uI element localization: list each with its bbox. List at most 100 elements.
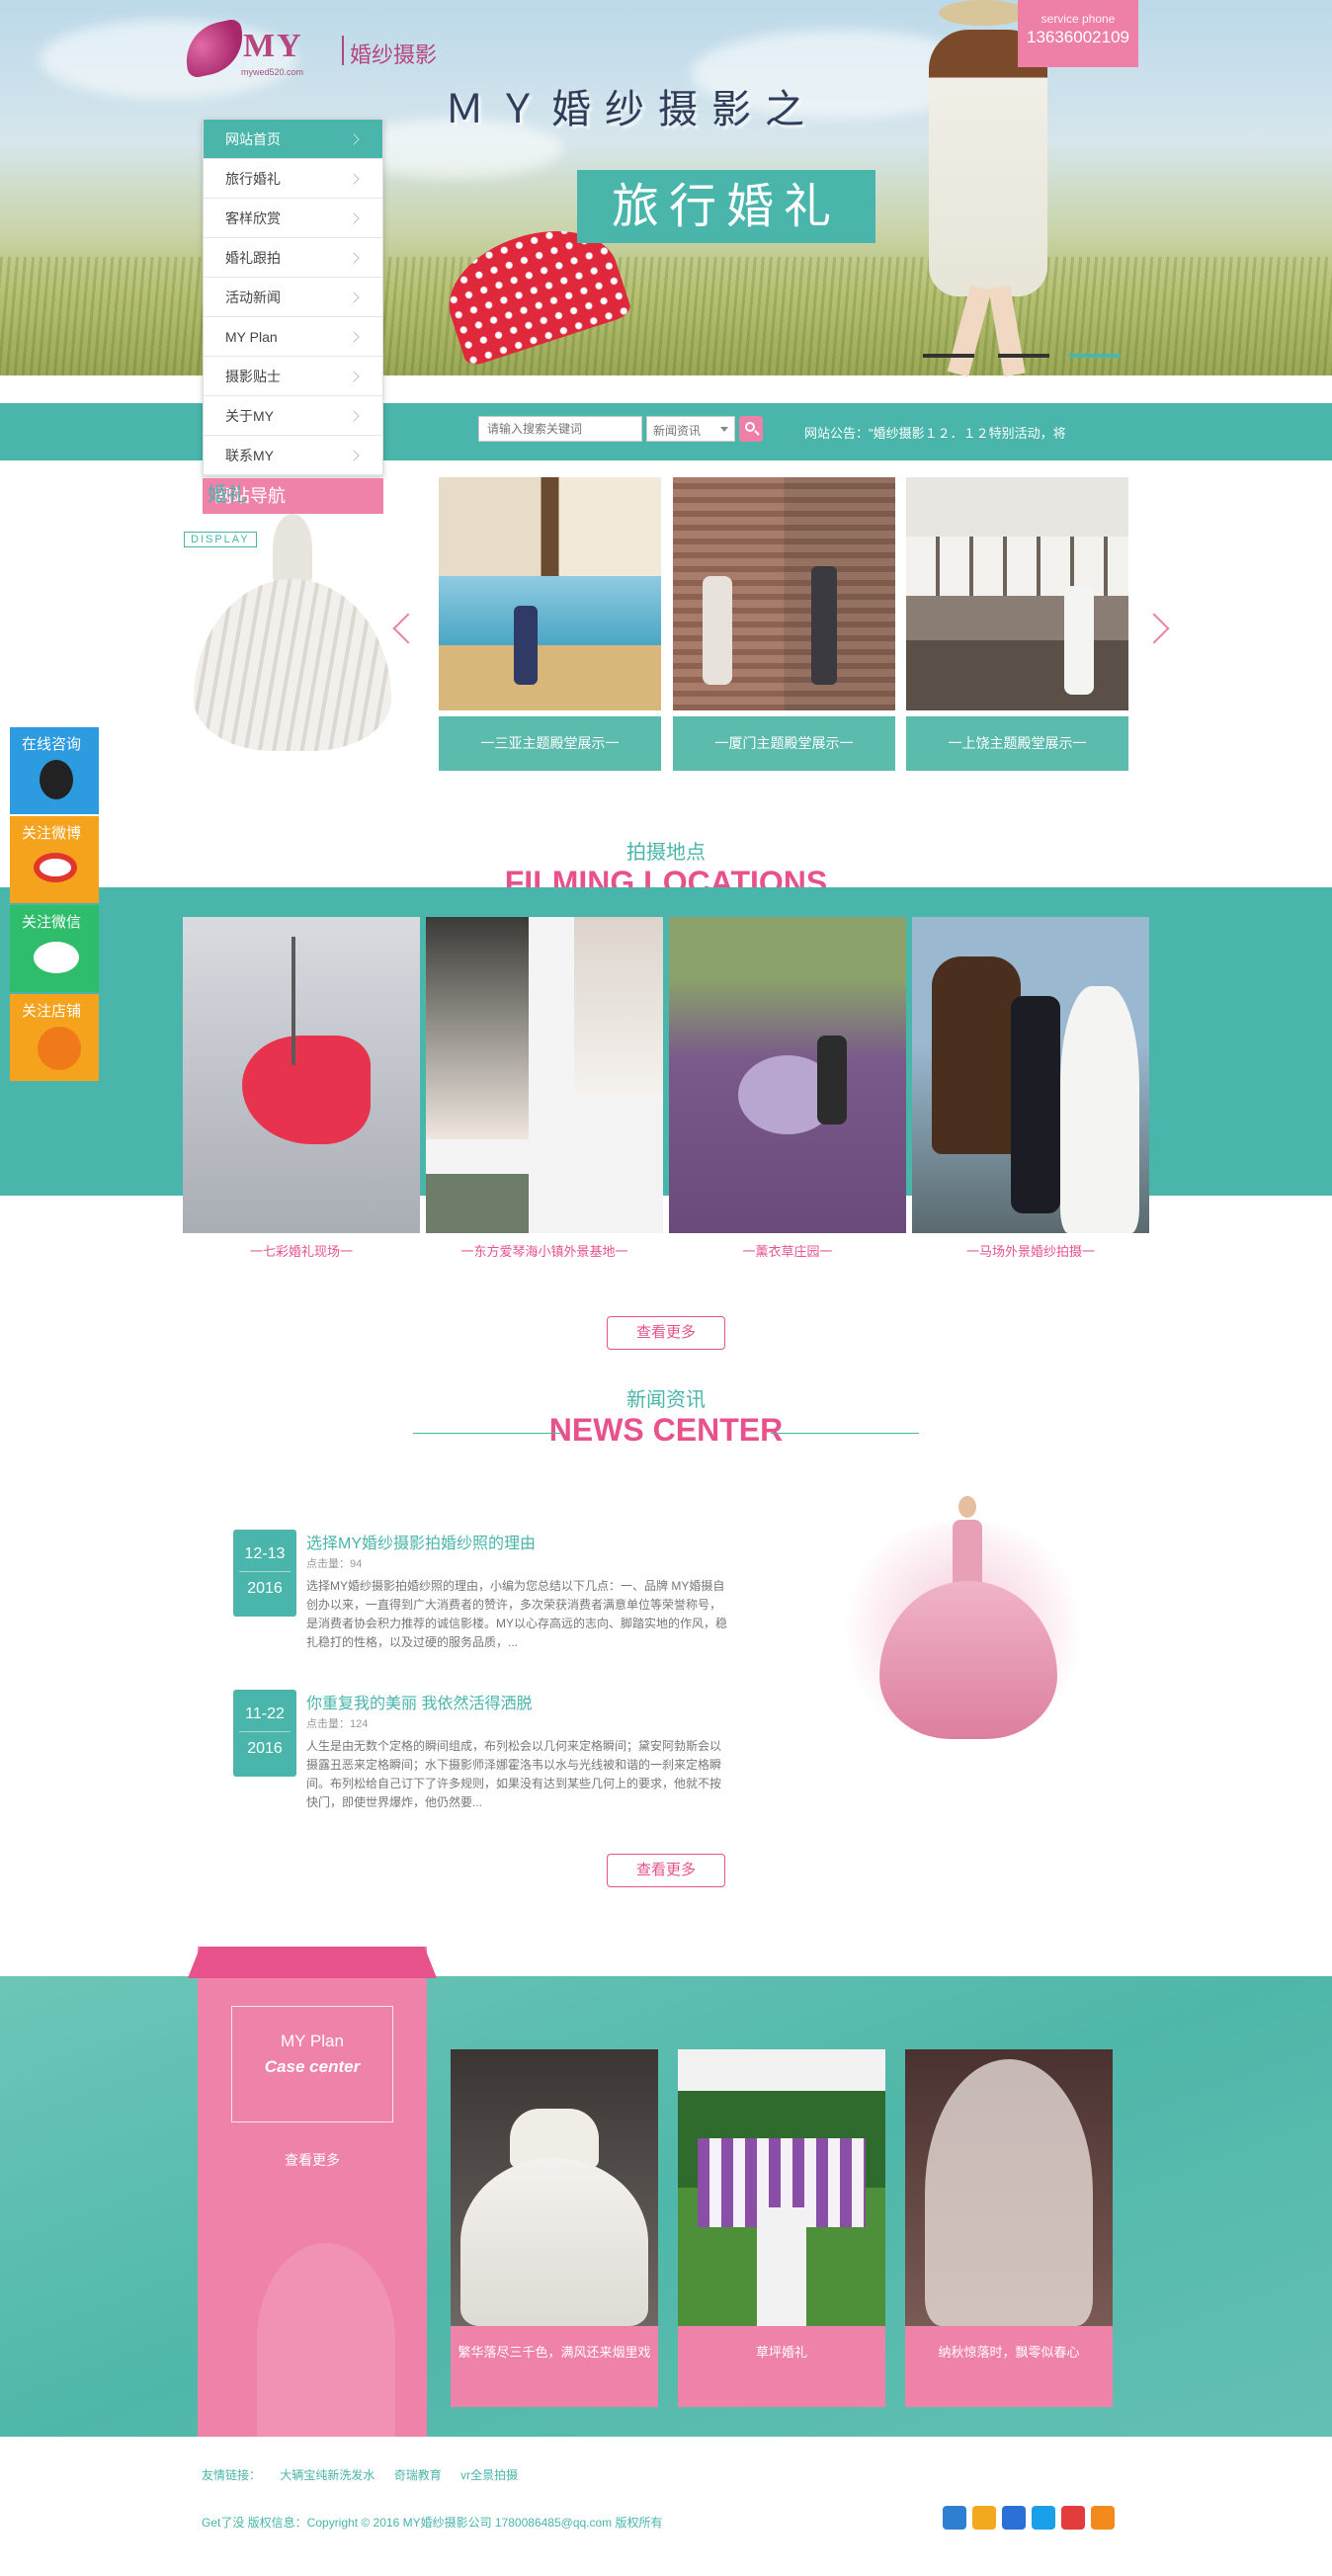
plan-card[interactable]: 纳秋惊落时，飘零似春心: [905, 2049, 1113, 2407]
nav-item-label: 联系MY: [225, 447, 274, 463]
divider: [413, 1433, 561, 1434]
prev-arrow-icon[interactable]: [392, 613, 424, 644]
plan-subtitle: Case center: [264, 2057, 361, 2076]
divider: [771, 1433, 919, 1434]
side-label: 关注微信: [22, 914, 82, 931]
slide-dot-3[interactable]: [1069, 354, 1121, 358]
nav-item-label: MY Plan: [225, 328, 278, 345]
side-consult[interactable]: 在线咨询: [10, 727, 99, 814]
friend-link[interactable]: 大辆宝纯新洗发水: [280, 2468, 375, 2482]
side-weibo[interactable]: 关注微博: [10, 816, 99, 903]
news-item[interactable]: 11-22 2016 你重复我的美丽 我依然活得洒脱 点击量：124 人生是由无…: [233, 1690, 737, 1828]
nav-item-label: 旅行婚礼: [225, 170, 281, 187]
friend-links: 友情链接： 大辆宝纯新洗发水 奇瑞教育 vr全景拍摄: [202, 2466, 534, 2483]
filming-more-button[interactable]: 查看更多: [607, 1316, 725, 1350]
filming-caption[interactable]: 一东方爱琴海小镇外景基地一: [426, 1241, 663, 1260]
news-clicks: 点击量：94: [306, 1558, 363, 1570]
qq-icon: [40, 760, 73, 799]
renren-icon[interactable]: [1002, 2506, 1026, 2530]
phone-label: service phone: [1041, 12, 1116, 26]
slide-dot-2[interactable]: [998, 354, 1049, 358]
logo-mark: [179, 18, 250, 79]
nav-item-gallery[interactable]: 客样欣赏: [204, 199, 382, 238]
plan-title: MY Plan: [281, 2032, 344, 2050]
site-notice[interactable]: 网站公告："婚纱摄影１２．１２特别活动，将: [804, 423, 1066, 442]
nav-item-home[interactable]: 网站首页: [204, 120, 382, 159]
news-date: 11-22 2016: [233, 1690, 296, 1777]
news-year: 2016: [247, 1740, 283, 1757]
search-category-select[interactable]: 新闻资讯: [646, 416, 735, 442]
more-share-icon[interactable]: [1091, 2506, 1115, 2530]
nav-item-label: 活动新闻: [225, 289, 281, 305]
news-title-en: NEWS CENTER: [548, 1412, 784, 1448]
side-wechat[interactable]: 关注微信: [10, 905, 99, 992]
chevron-right-icon: [348, 371, 360, 381]
news-clicks: 点击量：124: [306, 1718, 369, 1730]
nav-item-news[interactable]: 活动新闻: [204, 278, 382, 317]
slide-dot-1[interactable]: [923, 354, 974, 358]
banner-slogan: ＭＹ婚纱摄影之: [445, 87, 818, 132]
chevron-right-icon: [348, 291, 360, 302]
travel-card-caption: 一厦门主题殿堂展示一: [673, 716, 895, 771]
news-excerpt: 选择MY婚纱摄影拍婚纱照的理由，小编为您总结以下几点：一、品牌 MY婚摄自创办以…: [306, 1579, 728, 1649]
next-arrow-icon[interactable]: [1138, 613, 1170, 644]
friend-links-label: 友情链接：: [202, 2468, 262, 2482]
nav-item-tips[interactable]: 摄影贴士: [204, 357, 382, 396]
plan-case-panel: MY Plan Case center 查看更多: [188, 1947, 437, 2437]
plan-card[interactable]: 繁华落尽三千色，满风还来烟里戏: [451, 2049, 658, 2407]
service-phone-box: service phone 13636002109: [1018, 0, 1138, 67]
nav-item-label: 关于MY: [225, 407, 274, 424]
nav-item-label: 网站首页: [225, 130, 281, 147]
travel-photo: [673, 477, 895, 710]
tencent-icon[interactable]: [1032, 2506, 1055, 2530]
logo-url: mywed520.com: [241, 67, 304, 77]
news-item[interactable]: 12-13 2016 选择MY婚纱摄影拍婚纱照的理由 点击量：94 选择MY婚纱…: [233, 1530, 737, 1668]
travel-card-caption: 一三亚主题殿堂展示一: [439, 716, 661, 771]
plan-card-caption: 纳秋惊落时，飘零似春心: [938, 2345, 1080, 2360]
filming-card[interactable]: [426, 917, 663, 1233]
filming-card[interactable]: [912, 917, 1149, 1233]
chevron-down-icon: [720, 427, 728, 432]
filming-caption[interactable]: 一薰衣草庄园一: [669, 1241, 906, 1260]
news-title[interactable]: 选择MY婚纱摄影拍婚纱照的理由: [306, 1530, 536, 1553]
friend-link[interactable]: 奇瑞教育: [394, 2468, 442, 2482]
plan-photo: [451, 2049, 658, 2326]
plan-card-caption: 草坪婚礼: [755, 2345, 807, 2360]
travel-card[interactable]: 一三亚主题殿堂展示一: [439, 477, 661, 774]
news-excerpt: 人生是由无数个定格的瞬间组成，布列松会以几何来定格瞬间；黛安阿勃斯会以摄露丑恶来…: [306, 1739, 722, 1809]
news-date: 12-13 2016: [233, 1530, 296, 1617]
search-button[interactable]: [739, 416, 763, 442]
filming-caption[interactable]: 一七彩婚礼现场一: [183, 1241, 420, 1260]
news-year: 2016: [247, 1580, 283, 1597]
filming-card[interactable]: [669, 917, 906, 1233]
nav-item-plan[interactable]: MY Plan: [204, 317, 382, 357]
travel-title: 婚礼: [208, 484, 247, 506]
filming-caption[interactable]: 一马场外景婚纱拍摄一: [912, 1241, 1149, 1260]
nav-item-follow[interactable]: 婚礼跟拍: [204, 238, 382, 278]
logo-cn: 婚纱摄影: [350, 42, 438, 67]
travel-card[interactable]: 一上饶主题殿堂展示一: [906, 477, 1128, 774]
search-input[interactable]: [478, 416, 642, 442]
news-title[interactable]: 你重复我的美丽 我依然活得洒脱: [306, 1690, 532, 1713]
plan-photo: [678, 2049, 885, 2326]
travel-card[interactable]: 一厦门主题殿堂展示一: [673, 477, 895, 774]
plan-card[interactable]: 草坪婚礼: [678, 2049, 885, 2407]
chevron-right-icon: [348, 252, 360, 263]
plan-more-link[interactable]: 查看更多: [198, 2150, 427, 2170]
weibo-icon: [34, 853, 77, 882]
qzone-icon[interactable]: [943, 2506, 966, 2530]
filming-card[interactable]: [183, 917, 420, 1233]
news-title-cn: 新闻资讯: [626, 1389, 706, 1411]
news-more-button[interactable]: 查看更多: [607, 1854, 725, 1887]
chevron-right-icon: [348, 450, 360, 460]
main-nav: 网站首页 旅行婚礼 客样欣赏 婚礼跟拍 活动新闻 MY Plan 摄影贴士 关于…: [203, 119, 383, 476]
chevron-right-icon: [348, 133, 360, 144]
travel-photo: [906, 477, 1128, 710]
nav-item-travel[interactable]: 旅行婚礼: [204, 159, 382, 199]
weibo-icon[interactable]: [972, 2506, 996, 2530]
site-logo[interactable]: MY mywed520.com 婚纱摄影: [179, 18, 451, 79]
nav-item-about[interactable]: 关于MY: [204, 396, 382, 436]
friend-link[interactable]: vr全景拍摄: [460, 2468, 518, 2482]
side-shop[interactable]: 关注店铺: [10, 994, 99, 1081]
douban-icon[interactable]: [1061, 2506, 1085, 2530]
